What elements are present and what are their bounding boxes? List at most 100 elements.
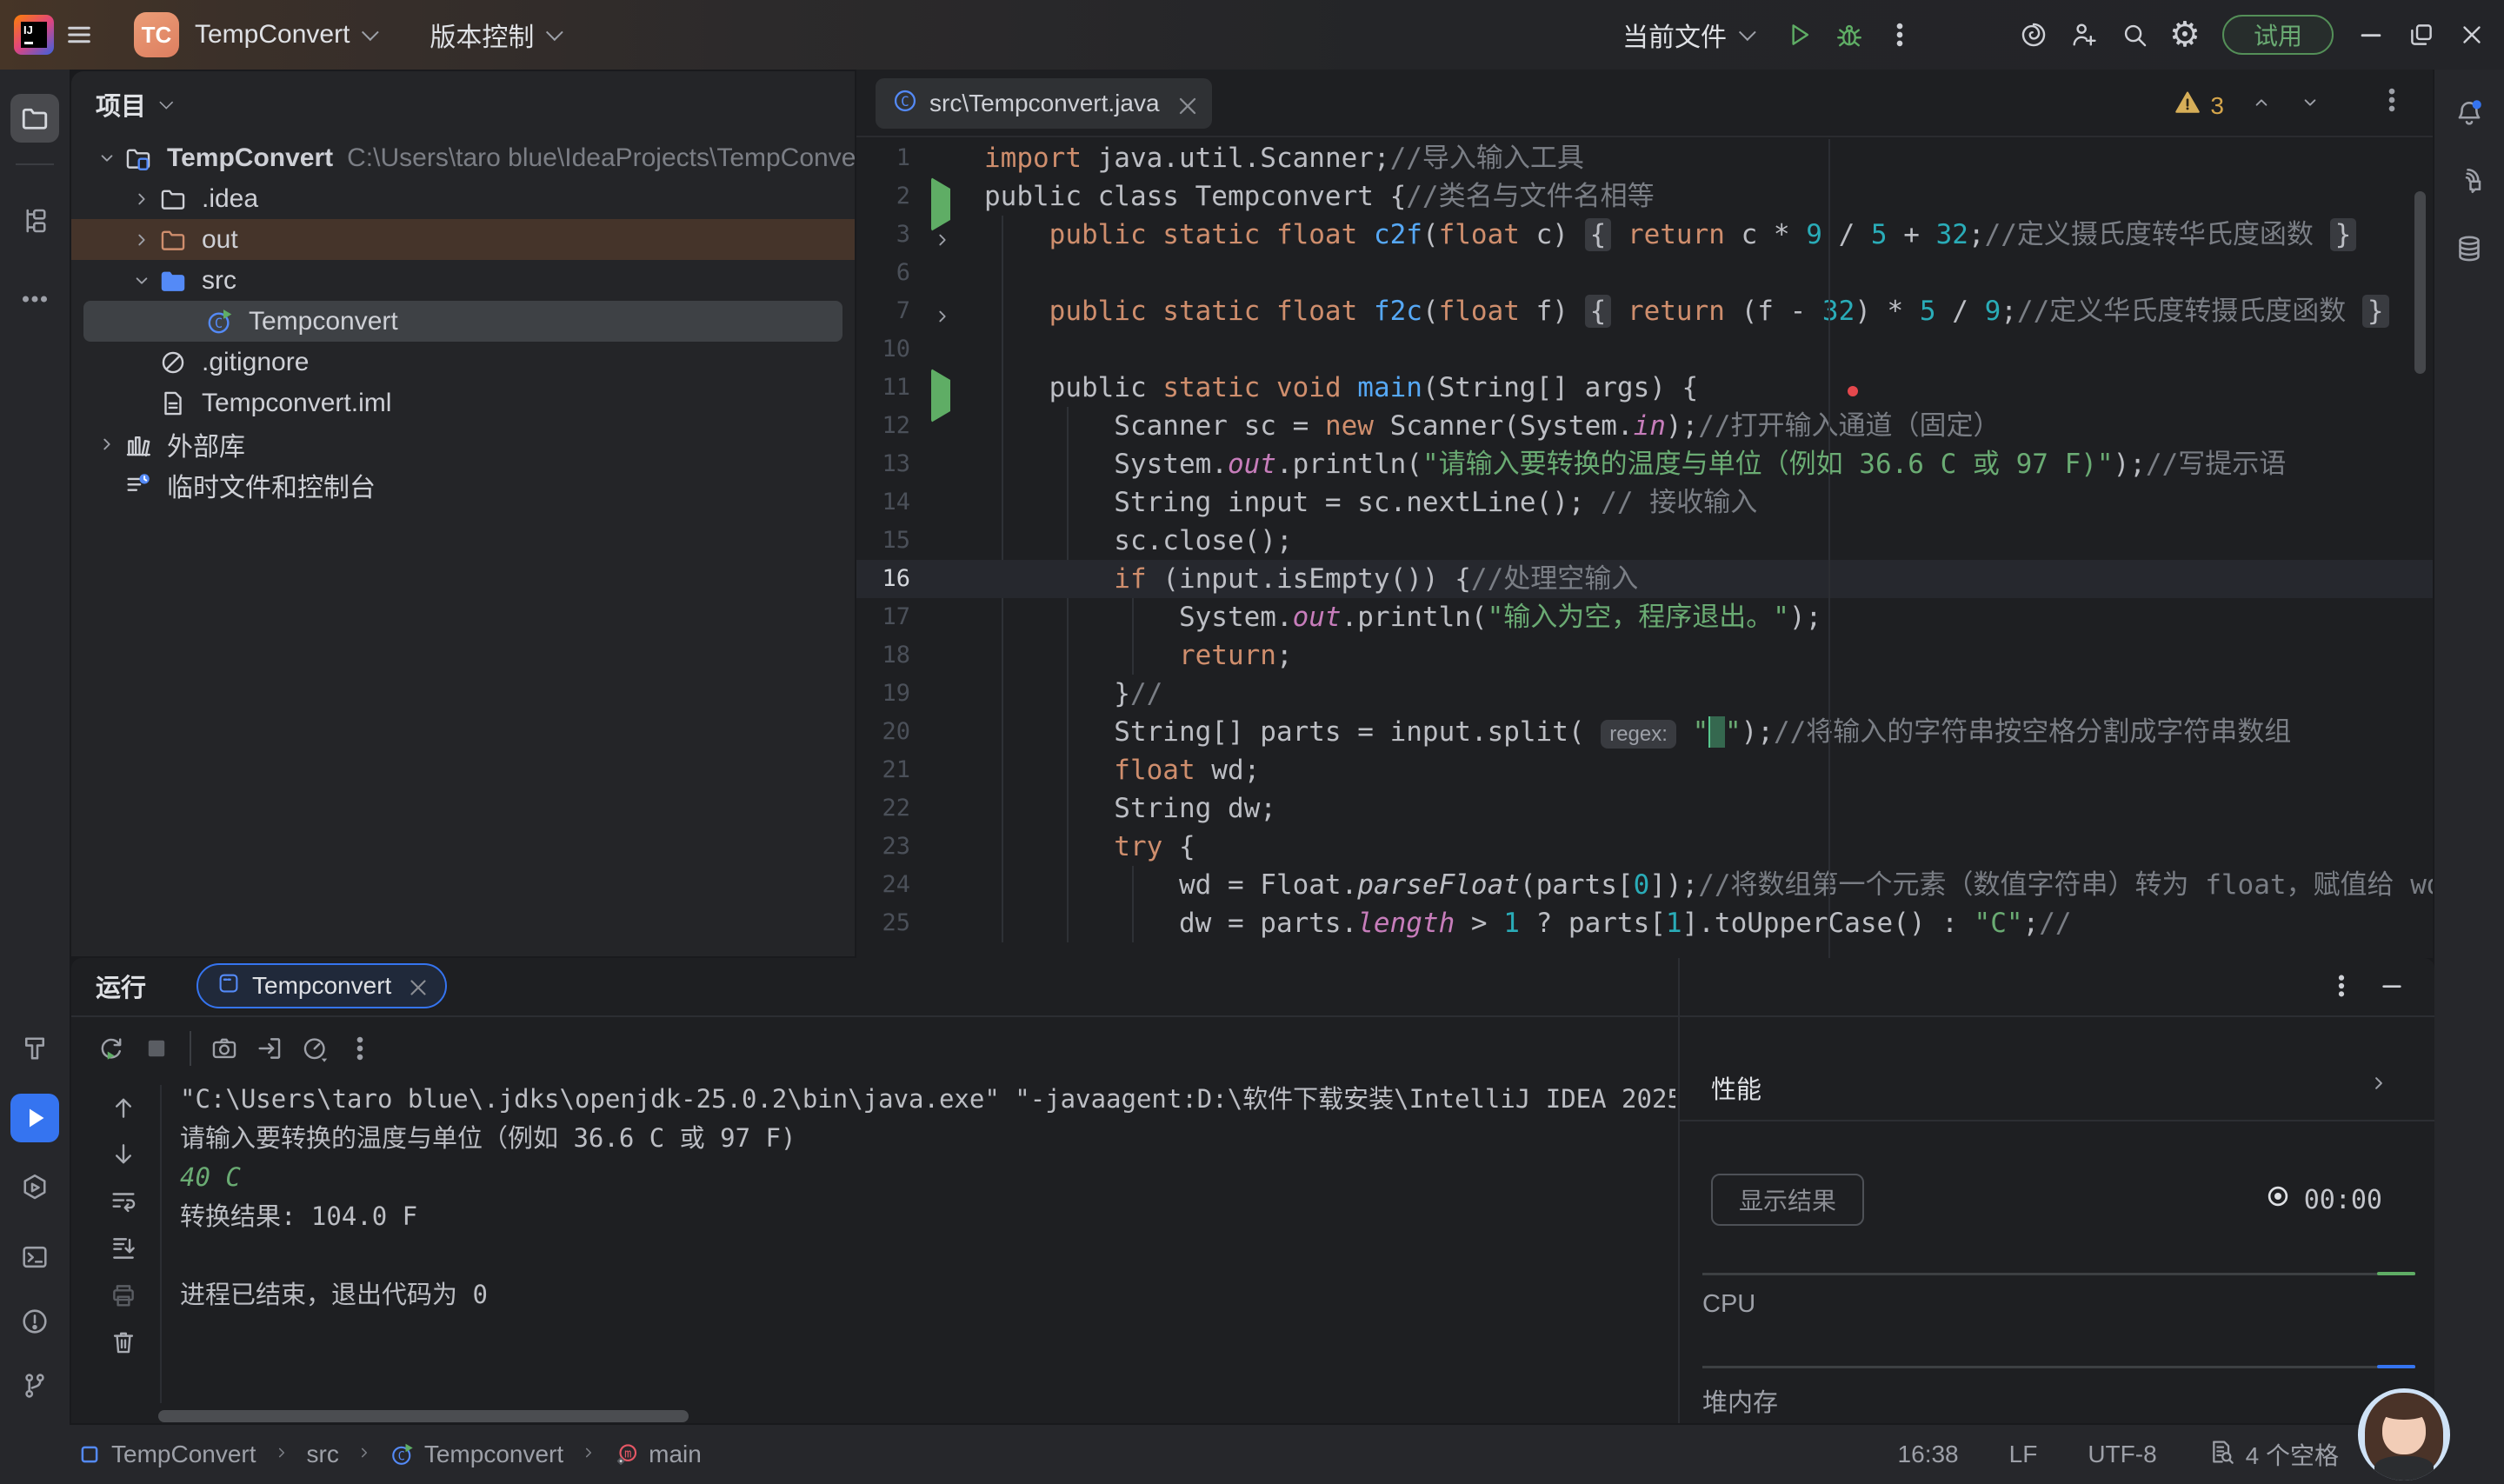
chevron-right-icon[interactable] bbox=[92, 429, 122, 459]
code-line-11[interactable]: 11 public static void main(String[] args… bbox=[856, 369, 2433, 407]
tree-item-tempconvert-iml[interactable]: Tempconvert.iml bbox=[71, 383, 855, 423]
arrow-up-button[interactable] bbox=[101, 1085, 146, 1130]
line-number[interactable]: 19 bbox=[856, 675, 910, 713]
more-tools-button[interactable] bbox=[10, 275, 59, 323]
line-number[interactable]: 17 bbox=[856, 598, 910, 636]
line-number[interactable]: 11 bbox=[856, 369, 910, 407]
services-tool-button[interactable] bbox=[10, 1163, 59, 1212]
project-tool-button[interactable] bbox=[10, 94, 59, 143]
camera-button[interactable] bbox=[202, 1026, 247, 1071]
close-tab-icon[interactable] bbox=[405, 975, 428, 997]
vcs-menu[interactable]: 版本控制 bbox=[430, 16, 534, 54]
window-restore-button[interactable] bbox=[2396, 10, 2447, 60]
code-line-23[interactable]: 23 try { bbox=[856, 828, 2433, 866]
chevron-down-icon[interactable] bbox=[92, 143, 122, 173]
editor-area[interactable]: C src\Tempconvert.java 1import java.util… bbox=[856, 70, 2433, 958]
tree-item--idea[interactable]: .idea bbox=[71, 178, 855, 219]
search-icon[interactable] bbox=[2109, 10, 2160, 60]
caret-position[interactable]: 16:38 bbox=[1898, 1441, 1959, 1468]
tree-item-tempconvert[interactable]: TempConvertC:\Users\taro blue\IdeaProjec… bbox=[71, 137, 855, 178]
run-gutter-icon[interactable] bbox=[931, 185, 956, 210]
file-encoding[interactable]: UTF-8 bbox=[2088, 1441, 2156, 1468]
run-tool-button[interactable] bbox=[10, 1094, 59, 1142]
code-line-17[interactable]: 17 System.out.println("输入为空，程序退出。"); bbox=[856, 598, 2433, 636]
debug-button[interactable] bbox=[1824, 10, 1875, 60]
indent-setting[interactable]: 4 个空格 bbox=[2208, 1437, 2339, 1472]
code-line-18[interactable]: 18 return; bbox=[856, 636, 2433, 675]
window-minimize-button[interactable] bbox=[2346, 10, 2396, 60]
more-v-button[interactable] bbox=[337, 1026, 383, 1071]
code-line-10[interactable]: 10 bbox=[856, 330, 2433, 369]
console-output[interactable]: "C:\Users\taro blue\.jdks\openjdk-25.0.2… bbox=[180, 1080, 1675, 1410]
print-button[interactable] bbox=[101, 1273, 146, 1318]
project-name-menu[interactable]: TempConvert bbox=[195, 20, 350, 50]
breadcrumb-tempconvert[interactable]: CTempconvert bbox=[390, 1441, 563, 1468]
inspections-widget[interactable]: 3 bbox=[2174, 89, 2321, 123]
breadcrumb-main[interactable]: mmain bbox=[614, 1441, 702, 1468]
close-tab-icon[interactable] bbox=[1174, 92, 1196, 115]
line-number[interactable]: 7 bbox=[856, 292, 910, 330]
line-number[interactable]: 25 bbox=[856, 904, 910, 942]
chevron-down-icon[interactable] bbox=[2299, 91, 2321, 120]
breadcrumb-src[interactable]: src bbox=[307, 1441, 339, 1468]
soft-wrap-button[interactable] bbox=[101, 1179, 146, 1224]
code-editor[interactable]: 1import java.util.Scanner;//导入输入工具2publi… bbox=[856, 139, 2433, 958]
code-line-15[interactable]: 15 sc.close(); bbox=[856, 522, 2433, 560]
line-number[interactable]: 13 bbox=[856, 445, 910, 483]
tree-item-src[interactable]: src bbox=[71, 260, 855, 301]
problems-tool-button[interactable] bbox=[10, 1297, 59, 1346]
code-line-7[interactable]: 7 public static float f2c(float f) { ret… bbox=[856, 292, 2433, 330]
clear-button[interactable] bbox=[101, 1320, 146, 1365]
editor-tab[interactable]: C src\Tempconvert.java bbox=[876, 78, 1212, 129]
fold-gutter-icon[interactable] bbox=[931, 223, 956, 248]
code-line-1[interactable]: 1import java.util.Scanner;//导入输入工具 bbox=[856, 139, 2433, 177]
code-line-19[interactable]: 19 }// bbox=[856, 675, 2433, 713]
terminal-tool-button[interactable] bbox=[10, 1233, 59, 1281]
editor-scrollbar[interactable] bbox=[2414, 191, 2426, 374]
fold-gutter-icon[interactable] bbox=[931, 300, 956, 324]
line-number[interactable]: 21 bbox=[856, 751, 910, 789]
code-line-24[interactable]: 24 wd = Float.parseFloat(parts[0]);//将数组… bbox=[856, 866, 2433, 904]
line-number[interactable]: 2 bbox=[856, 177, 910, 216]
chevron-right-icon[interactable] bbox=[127, 184, 156, 214]
tab-options-icon[interactable] bbox=[2377, 85, 2412, 120]
ai-chat-tool-button[interactable] bbox=[2445, 156, 2494, 205]
chevron-right-icon[interactable] bbox=[2367, 1071, 2391, 1100]
commit-tool-button[interactable] bbox=[10, 196, 59, 245]
more-actions-button[interactable] bbox=[1875, 10, 1925, 60]
line-number[interactable]: 23 bbox=[856, 828, 910, 866]
rerun-button[interactable] bbox=[89, 1026, 134, 1071]
line-number[interactable]: 20 bbox=[856, 713, 910, 751]
tree-item--[interactable]: 外部库 bbox=[71, 423, 855, 464]
chevron-up-icon[interactable] bbox=[2250, 91, 2273, 120]
code-line-20[interactable]: 20 String[] parts = input.split( regex: … bbox=[856, 713, 2433, 751]
tree-item-out[interactable]: out bbox=[71, 219, 855, 260]
trial-button[interactable]: 试用 bbox=[2222, 15, 2334, 55]
run-config-tab[interactable]: Tempconvert bbox=[196, 963, 447, 1008]
code-line-14[interactable]: 14 String input = sc.nextLine(); // 接收输入 bbox=[856, 483, 2433, 522]
database-tool-button[interactable] bbox=[2445, 224, 2494, 273]
project-badge[interactable]: TC bbox=[134, 12, 179, 57]
chevron-right-icon[interactable] bbox=[127, 225, 156, 255]
gauge-button[interactable] bbox=[292, 1026, 337, 1071]
code-line-13[interactable]: 13 System.out.println("请输入要转换的温度与单位（例如 3… bbox=[856, 445, 2433, 483]
tree-item--[interactable]: 临时文件和控制台 bbox=[71, 464, 855, 505]
run-config-selector[interactable]: 当前文件 bbox=[1622, 16, 1727, 54]
chevron-down-icon[interactable] bbox=[127, 266, 156, 296]
line-number[interactable]: 16 bbox=[856, 560, 910, 598]
line-number[interactable]: 22 bbox=[856, 789, 910, 828]
stop-button[interactable] bbox=[134, 1026, 179, 1071]
breadcrumb-tempconvert[interactable]: TempConvert bbox=[77, 1441, 256, 1468]
code-line-21[interactable]: 21 float wd; bbox=[856, 751, 2433, 789]
run-gutter-icon[interactable] bbox=[931, 376, 956, 401]
code-line-22[interactable]: 22 String dw; bbox=[856, 789, 2433, 828]
hamburger-menu-icon[interactable] bbox=[54, 10, 104, 60]
exit-button[interactable] bbox=[247, 1026, 292, 1071]
project-panel-header[interactable]: 项目 bbox=[71, 71, 855, 137]
window-close-button[interactable] bbox=[2447, 10, 2497, 60]
line-number[interactable]: 6 bbox=[856, 254, 910, 292]
git-tool-button[interactable] bbox=[10, 1361, 59, 1410]
line-ending[interactable]: LF bbox=[2009, 1441, 2038, 1468]
code-line-12[interactable]: 12 Scanner sc = new Scanner(System.in);/… bbox=[856, 407, 2433, 445]
notifications-bell-icon[interactable] bbox=[2445, 89, 2494, 137]
